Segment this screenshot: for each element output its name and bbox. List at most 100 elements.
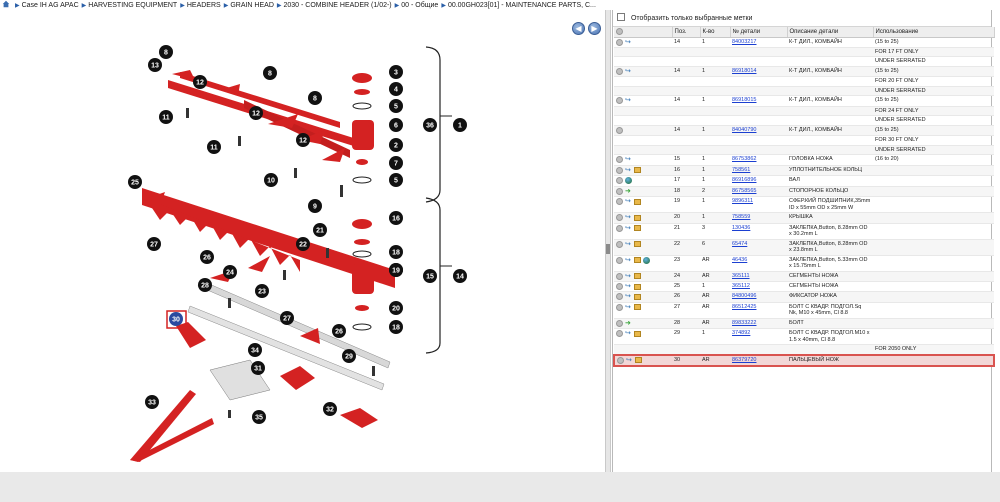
- info-icon[interactable]: [616, 198, 623, 206]
- row-part-number[interactable]: 86758565: [730, 186, 787, 198]
- callout-8[interactable]: 8: [159, 45, 173, 59]
- callout-4[interactable]: 4: [389, 82, 403, 96]
- table-row[interactable]: ↪ 14 1 86918014 К-Т ДИЛ., КОМБАЙН (15 to 25): [614, 66, 994, 78]
- info-icon[interactable]: [616, 256, 623, 264]
- info-icon[interactable]: [616, 293, 623, 301]
- row-part-number[interactable]: 130436: [730, 223, 787, 240]
- callout-18[interactable]: 18: [389, 320, 403, 334]
- part-number-link[interactable]: 86918014: [732, 68, 756, 74]
- callout-27[interactable]: 27: [280, 311, 294, 325]
- back-button[interactable]: ◀: [572, 22, 585, 35]
- row-part-number[interactable]: 84003217: [730, 37, 787, 48]
- callout-13[interactable]: 13: [148, 58, 162, 72]
- callout-8[interactable]: 8: [308, 91, 322, 105]
- table-row[interactable]: 14 1 84040790 К-Т ДИЛ., КОМБАЙН (15 to 25): [614, 125, 994, 137]
- replace-arrow-icon[interactable]: ↪: [625, 304, 632, 311]
- row-part-number[interactable]: 365111: [730, 271, 787, 283]
- box-icon[interactable]: [634, 304, 641, 311]
- table-row[interactable]: UNDER SERRATED: [614, 115, 994, 126]
- callout-33[interactable]: 33: [145, 395, 159, 409]
- part-number-link[interactable]: 86753862: [732, 156, 756, 162]
- box-icon[interactable]: [634, 257, 641, 264]
- table-row[interactable]: UNDER SERRATED: [614, 56, 994, 67]
- breadcrumb-item[interactable]: HEADERS: [187, 2, 221, 9]
- callout-11[interactable]: 11: [207, 140, 221, 154]
- table-row[interactable]: ➜ 28 AR 89833222 БОЛТ: [614, 318, 994, 330]
- callout-12[interactable]: 12: [193, 75, 207, 89]
- part-number-link[interactable]: 758561: [732, 167, 750, 173]
- table-row[interactable]: ↪ 29 1 374892 БОЛТ С КВАДР. ПОДГОЛ.M10 x 1.5…: [614, 328, 994, 346]
- box-icon[interactable]: [634, 198, 641, 205]
- table-row[interactable]: ➜ 18 2 86758565 СТОПОРНОЕ КОЛЬЦО: [614, 186, 994, 198]
- info-icon[interactable]: [616, 67, 623, 75]
- row-part-number[interactable]: 46436: [730, 255, 787, 272]
- row-part-number[interactable]: 86918015: [730, 95, 787, 107]
- part-number-link[interactable]: 86512425: [732, 304, 756, 310]
- callout-12[interactable]: 12: [249, 106, 263, 120]
- replace-arrow-icon[interactable]: ↪: [625, 97, 632, 104]
- callout-11[interactable]: 11: [159, 110, 173, 124]
- header-pos[interactable]: Поз.: [672, 27, 701, 38]
- info-icon[interactable]: [616, 187, 623, 195]
- table-row[interactable]: UNDER SERRATED: [614, 86, 994, 97]
- callout-31[interactable]: 31: [251, 361, 265, 375]
- info-icon[interactable]: [616, 283, 623, 291]
- part-number-link[interactable]: 365111: [732, 273, 750, 279]
- breadcrumb-item[interactable]: GRAIN HEAD: [230, 2, 274, 9]
- replace-arrow-icon[interactable]: ↪: [625, 68, 632, 75]
- box-icon[interactable]: [634, 225, 641, 232]
- callout-5[interactable]: 5: [389, 99, 403, 113]
- row-part-number[interactable]: 758561: [730, 165, 787, 177]
- home-icon[interactable]: [2, 0, 10, 8]
- part-number-link[interactable]: 84040790: [732, 127, 756, 133]
- info-icon[interactable]: [616, 319, 623, 327]
- row-part-number[interactable]: 365112: [730, 281, 787, 293]
- table-row[interactable]: FOR 20 FT ONLY: [614, 76, 994, 87]
- part-number-link[interactable]: 89833222: [732, 320, 756, 326]
- replace-arrow-icon[interactable]: ↪: [625, 293, 632, 300]
- info-icon[interactable]: [616, 97, 623, 105]
- row-part-number[interactable]: 758559: [730, 212, 787, 224]
- callout-14[interactable]: 14: [453, 269, 467, 283]
- breadcrumb-item[interactable]: 00.00GH023[01] - MAINTENANCE PARTS, C...: [448, 2, 596, 9]
- part-number-link[interactable]: 9896311: [732, 198, 753, 204]
- globe-icon[interactable]: [643, 256, 650, 264]
- table-row[interactable]: ↪ 21 3 130436 ЗАКЛЕПКА,Button, 8.28mm OD x 3…: [614, 223, 994, 240]
- replace-arrow-icon[interactable]: ↪: [625, 225, 632, 232]
- box-icon[interactable]: [634, 293, 641, 300]
- callout-26[interactable]: 26: [332, 324, 346, 338]
- callout-35[interactable]: 35: [252, 410, 266, 424]
- show-selected-checkbox[interactable]: [617, 13, 625, 21]
- callout-30[interactable]: 30: [169, 312, 183, 326]
- callout-6[interactable]: 6: [389, 118, 403, 132]
- table-row[interactable]: ↪ 27 AR 86512425 БОЛТ С КВАДР. ПОДГОЛ.Sq Nk,…: [614, 302, 994, 319]
- table-row[interactable]: ↪ 19 1 9896311 СФЕР.КИЙ ПОДШИПНИК,35mm ID x …: [614, 196, 994, 214]
- info-icon[interactable]: [616, 156, 623, 164]
- table-row[interactable]: 17 1 86916896 ВАЛ: [614, 175, 994, 187]
- replace-arrow-icon[interactable]: ↪: [625, 283, 632, 290]
- panel-splitter[interactable]: [605, 10, 611, 472]
- green-arrow-icon[interactable]: ➜: [625, 320, 632, 327]
- part-number-link[interactable]: 130436: [732, 225, 750, 231]
- callout-3[interactable]: 3: [389, 65, 403, 79]
- info-icon[interactable]: [617, 356, 624, 364]
- info-icon[interactable]: [616, 330, 623, 338]
- table-row[interactable]: ↪ 14 1 86918015 К-Т ДИЛ., КОМБАЙН (15 to 25): [614, 95, 994, 107]
- callout-23[interactable]: 23: [255, 284, 269, 298]
- callout-18[interactable]: 18: [389, 245, 403, 259]
- callout-19[interactable]: 19: [389, 263, 403, 277]
- breadcrumb-item[interactable]: 2030 - COMBINE HEADER (1/02-): [284, 2, 392, 9]
- table-row[interactable]: FOR 2050 ONLY: [614, 344, 994, 356]
- replace-arrow-icon[interactable]: ↪: [625, 214, 632, 221]
- replace-arrow-icon[interactable]: ↪: [625, 273, 632, 280]
- box-icon[interactable]: [634, 330, 641, 337]
- callout-24[interactable]: 24: [223, 265, 237, 279]
- callout-5[interactable]: 5: [389, 173, 403, 187]
- callout-34[interactable]: 34: [248, 343, 262, 357]
- breadcrumb-item[interactable]: HARVESTING EQUIPMENT: [88, 2, 177, 9]
- table-row[interactable]: ↪ 14 1 84003217 К-Т ДИЛ., КОМБАЙН (15 to 25): [614, 37, 994, 48]
- part-number-link[interactable]: 46436: [732, 257, 747, 263]
- row-part-number[interactable]: 89833222: [730, 318, 787, 330]
- header-usage[interactable]: Использование: [873, 27, 995, 38]
- part-number-link[interactable]: 365112: [732, 283, 750, 289]
